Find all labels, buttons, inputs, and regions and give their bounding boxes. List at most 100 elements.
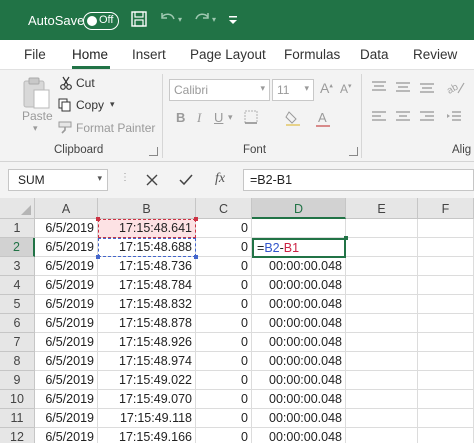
paste-label[interactable]: Paste xyxy=(22,109,53,123)
clipboard-dialog-launcher[interactable] xyxy=(149,147,158,156)
tab-review[interactable]: Review xyxy=(413,47,457,62)
cell-f10[interactable] xyxy=(418,390,474,409)
cell-b9[interactable]: 17:15:49.022 xyxy=(98,371,196,390)
cell-d4[interactable]: 00:00:00.048 xyxy=(252,276,346,295)
copy-label[interactable]: Copy xyxy=(76,98,104,112)
cell-a5[interactable]: 6/5/2019 xyxy=(35,295,98,314)
column-header-f[interactable]: F xyxy=(418,198,474,219)
cell-e7[interactable] xyxy=(346,333,418,352)
tab-file[interactable]: File xyxy=(24,47,46,62)
cell-d3[interactable]: 00:00:00.048 xyxy=(252,257,346,276)
cell-f12[interactable] xyxy=(418,428,474,443)
row-header-4[interactable]: 4 xyxy=(0,276,35,295)
vertical-dots-icon[interactable]: ⋮ xyxy=(120,172,130,183)
cell-e9[interactable] xyxy=(346,371,418,390)
save-icon[interactable] xyxy=(130,10,148,30)
cell-d1[interactable] xyxy=(252,219,346,238)
align-left-icon[interactable] xyxy=(371,110,387,127)
cell-d9[interactable]: 00:00:00.048 xyxy=(252,371,346,390)
row-header-1[interactable]: 1 xyxy=(0,219,35,238)
cell-f5[interactable] xyxy=(418,295,474,314)
d1-handle[interactable] xyxy=(344,236,348,240)
column-header-a[interactable]: A xyxy=(35,198,98,219)
cell-d8[interactable]: 00:00:00.048 xyxy=(252,352,346,371)
align-middle-icon[interactable] xyxy=(395,80,411,97)
align-bottom-icon[interactable] xyxy=(419,80,435,97)
tab-formulas[interactable]: Formulas xyxy=(284,47,340,62)
row-header-3[interactable]: 3 xyxy=(0,257,35,276)
paste-icon[interactable] xyxy=(21,76,51,113)
cell-b3[interactable]: 17:15:48.736 xyxy=(98,257,196,276)
cell-a7[interactable]: 6/5/2019 xyxy=(35,333,98,352)
cell-a12[interactable]: 6/5/2019 xyxy=(35,428,98,443)
row-header-12[interactable]: 12 xyxy=(0,428,35,443)
cell-b7[interactable]: 17:15:48.926 xyxy=(98,333,196,352)
cell-d12[interactable]: 00:00:00.048 xyxy=(252,428,346,443)
cell-f3[interactable] xyxy=(418,257,474,276)
scissors-icon[interactable] xyxy=(59,76,73,93)
tab-page-layout[interactable]: Page Layout xyxy=(190,47,266,62)
autosave-toggle[interactable]: Off xyxy=(83,12,119,30)
cell-a10[interactable]: 6/5/2019 xyxy=(35,390,98,409)
row-header-10[interactable]: 10 xyxy=(0,390,35,409)
b1-handle-tl[interactable] xyxy=(96,217,100,221)
align-top-icon[interactable] xyxy=(371,80,387,97)
cell-d5[interactable]: 00:00:00.048 xyxy=(252,295,346,314)
cell-b8[interactable]: 17:15:48.974 xyxy=(98,352,196,371)
cell-b4[interactable]: 17:15:48.784 xyxy=(98,276,196,295)
row-header-6[interactable]: 6 xyxy=(0,314,35,333)
cell-a8[interactable]: 6/5/2019 xyxy=(35,352,98,371)
cell-a9[interactable]: 6/5/2019 xyxy=(35,371,98,390)
cell-e2[interactable] xyxy=(346,238,418,257)
copy-dropdown-icon[interactable]: ▾ xyxy=(110,99,115,110)
column-header-e[interactable]: E xyxy=(346,198,418,219)
name-box[interactable]: SUM ▾ xyxy=(8,169,108,191)
decrease-font-icon[interactable]: A▾ xyxy=(340,82,352,96)
cut-label[interactable]: Cut xyxy=(76,76,95,90)
italic-icon[interactable]: I xyxy=(197,110,201,126)
cell-e8[interactable] xyxy=(346,352,418,371)
insert-function-icon[interactable]: fx xyxy=(207,169,233,191)
format-painter-icon[interactable] xyxy=(58,120,74,137)
cell-f2[interactable] xyxy=(418,238,474,257)
cell-e3[interactable] xyxy=(346,257,418,276)
row-header-9[interactable]: 9 xyxy=(0,371,35,390)
cell-e12[interactable] xyxy=(346,428,418,443)
cell-c6[interactable]: 0 xyxy=(196,314,252,333)
b2-handle-bl[interactable] xyxy=(96,255,100,259)
column-header-b[interactable]: B xyxy=(98,198,196,219)
select-all-button[interactable] xyxy=(0,198,35,219)
font-name-box[interactable]: Calibri ▾ xyxy=(169,79,270,101)
cell-c4[interactable]: 0 xyxy=(196,276,252,295)
tab-home[interactable]: Home xyxy=(72,47,108,62)
cell-e10[interactable] xyxy=(346,390,418,409)
row-header-8[interactable]: 8 xyxy=(0,352,35,371)
cell-d6[interactable]: 00:00:00.048 xyxy=(252,314,346,333)
cell-c3[interactable]: 0 xyxy=(196,257,252,276)
cell-c1[interactable]: 0 xyxy=(196,219,252,238)
cell-c8[interactable]: 0 xyxy=(196,352,252,371)
cell-d11[interactable]: 00:00:00.048 xyxy=(252,409,346,428)
cell-c10[interactable]: 0 xyxy=(196,390,252,409)
increase-font-icon[interactable]: A▴ xyxy=(320,80,333,96)
indent-icon[interactable] xyxy=(446,110,462,127)
customize-toolbar-icon[interactable] xyxy=(227,10,239,30)
b1-handle-tr[interactable] xyxy=(194,217,198,221)
font-dialog-launcher[interactable] xyxy=(349,147,358,156)
font-color-icon[interactable]: A xyxy=(318,110,327,125)
cell-e4[interactable] xyxy=(346,276,418,295)
cell-e1[interactable] xyxy=(346,219,418,238)
undo-icon[interactable]: ▾ xyxy=(159,10,185,30)
bold-icon[interactable]: B xyxy=(176,110,185,125)
column-header-c[interactable]: C xyxy=(196,198,252,219)
underline-dropdown-icon[interactable]: ▾ xyxy=(228,112,233,123)
cell-f1[interactable] xyxy=(418,219,474,238)
cell-a11[interactable]: 6/5/2019 xyxy=(35,409,98,428)
cell-c5[interactable]: 0 xyxy=(196,295,252,314)
row-header-5[interactable]: 5 xyxy=(0,295,35,314)
cell-c12[interactable]: 0 xyxy=(196,428,252,443)
cell-d2[interactable]: =B2-B1 xyxy=(252,238,346,258)
orientation-icon[interactable]: ab xyxy=(445,79,466,98)
b2-handle-br[interactable] xyxy=(194,255,198,259)
cancel-formula-icon[interactable] xyxy=(139,169,165,191)
